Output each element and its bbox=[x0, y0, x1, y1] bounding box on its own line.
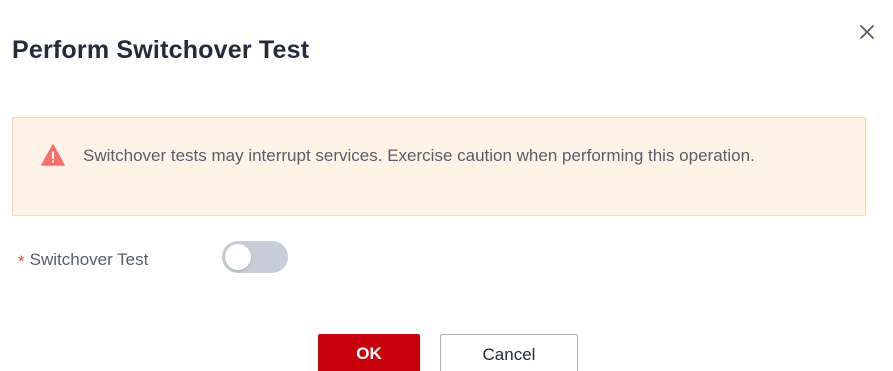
warning-icon bbox=[41, 144, 65, 166]
switchover-test-label: Switchover Test bbox=[29, 250, 149, 269]
toggle-knob bbox=[225, 244, 251, 270]
switchover-test-toggle[interactable] bbox=[222, 241, 288, 273]
ok-button[interactable]: OK bbox=[318, 334, 420, 371]
switchover-test-field: * Switchover Test bbox=[18, 243, 148, 277]
required-mark: * bbox=[18, 252, 25, 271]
warning-alert: Switchover tests may interrupt services.… bbox=[12, 117, 866, 216]
alert-message: Switchover tests may interrupt services.… bbox=[83, 146, 755, 165]
dialog-title: Perform Switchover Test bbox=[12, 36, 310, 64]
cancel-button[interactable]: Cancel bbox=[440, 334, 578, 371]
switchover-test-dialog: Perform Switchover Test Switchover tests… bbox=[0, 0, 893, 371]
close-icon[interactable] bbox=[855, 20, 879, 44]
